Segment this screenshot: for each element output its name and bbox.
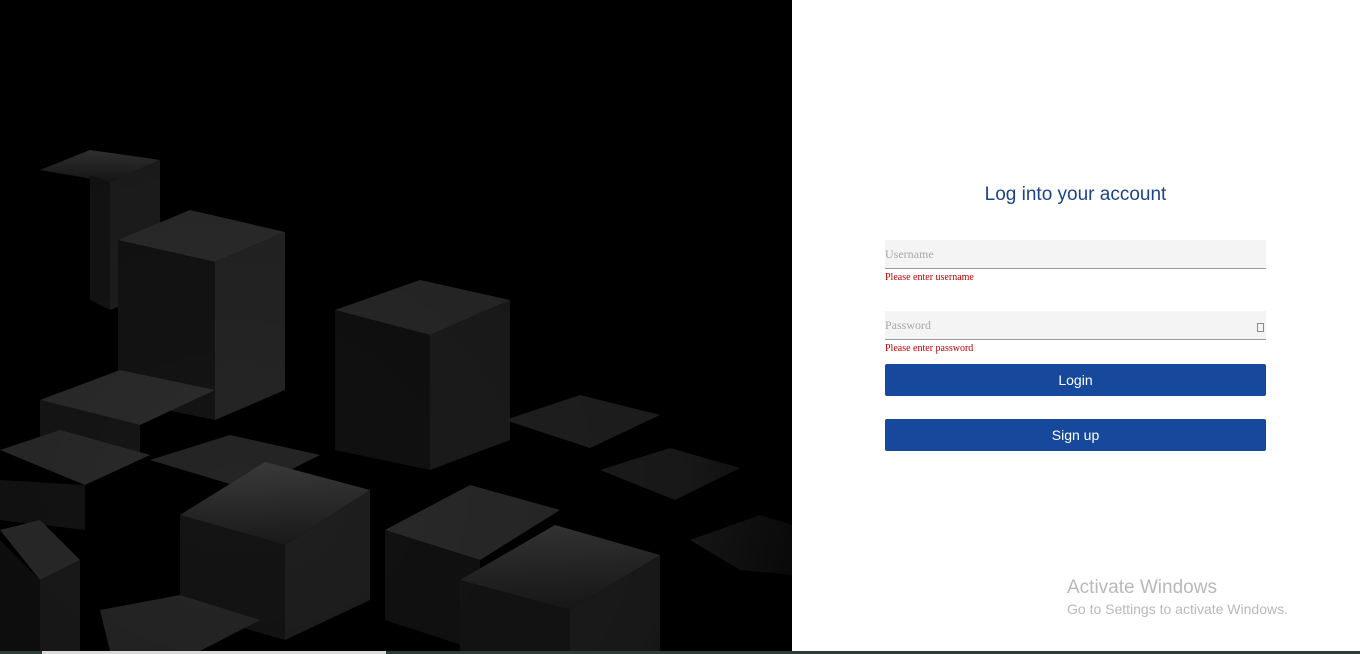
dark-cubes-image (0, 0, 792, 651)
login-page: Log into your account Please enter usern… (0, 0, 1360, 654)
username-field[interactable] (885, 240, 1266, 269)
activation-watermark-subtitle: Go to Settings to activate Windows. (1067, 601, 1288, 617)
username-error: Please enter username (885, 272, 974, 283)
login-button[interactable]: Login (885, 364, 1266, 396)
password-input[interactable] (885, 311, 1266, 339)
signup-button[interactable]: Sign up (885, 419, 1266, 451)
background-image-panel (0, 0, 792, 651)
password-error: Please enter password (885, 343, 974, 354)
show-password-icon[interactable] (1257, 323, 1264, 332)
password-field[interactable] (885, 311, 1266, 340)
username-input[interactable] (885, 240, 1266, 268)
page-title: Log into your account (984, 184, 1167, 205)
activation-watermark-title: Activate Windows (1067, 577, 1217, 598)
